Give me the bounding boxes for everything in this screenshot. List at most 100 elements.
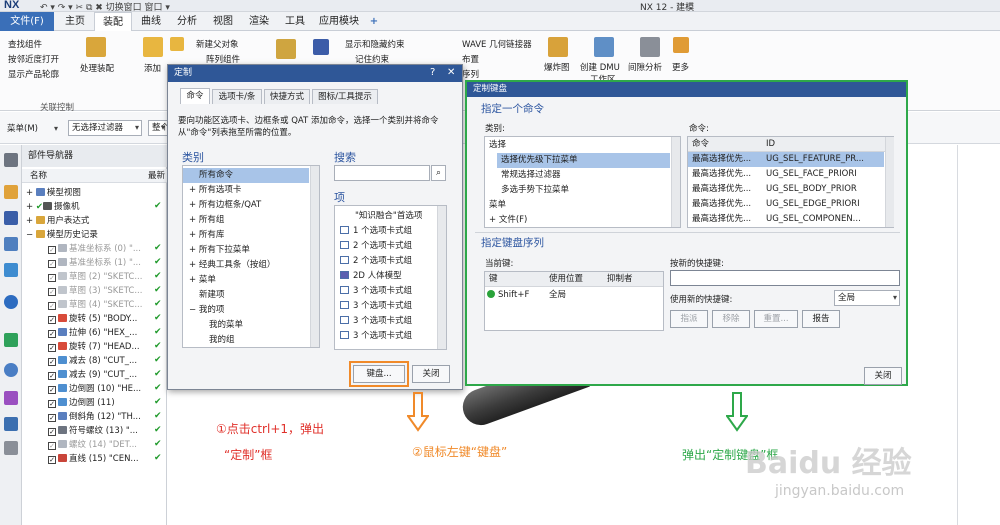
item-entry[interactable]: 3 个选项卡式组 [335,314,437,329]
column-command[interactable]: 命令 [692,137,762,151]
command-row-selected[interactable]: 最高选择优先... UG_SEL_FEATURE_PR... [688,152,884,167]
item-entry[interactable]: 2 个选项卡式组 [335,254,437,269]
tab-analysis[interactable]: 分析 [170,12,204,31]
category-item[interactable]: 常规选择过滤器 [485,168,670,183]
tab-assembly[interactable]: 装配 [94,12,132,31]
help-icon[interactable]: ? [430,67,435,78]
tree-item-feature[interactable]: ✓ 边倒圆 (10) "HE... [22,383,167,397]
remove-button[interactable]: 移除 [712,310,750,328]
tree-item-feature[interactable]: ✓ 旋转 (5) "BODY... [22,313,167,327]
roles-icon[interactable] [4,417,18,431]
command-scrollbar[interactable] [885,137,894,227]
new-parent-button[interactable]: 新建父对象 [196,38,239,50]
report-button[interactable]: 报告 [802,310,840,328]
tree-item-feature[interactable]: ✓ 减去 (8) "CUT_... [22,355,167,369]
column-name[interactable]: 名称 [30,169,47,183]
command-row[interactable]: 最高选择优先... UG_SEL_COMPONEN... [688,212,884,227]
web-browser-icon[interactable] [4,295,18,309]
tree-item-feature[interactable]: ✓ 减去 (9) "CUT_... [22,369,167,383]
show-hide-constraints-button[interactable]: 显示和隐藏约束 [345,38,405,50]
tree-item-feature[interactable]: ✓ 螺纹 (14) "DET... [22,439,167,453]
exploded-view-button[interactable]: 爆炸图 [544,61,570,73]
item-entry[interactable]: 1 个选项卡式组 [335,224,437,239]
tree-item-cameras[interactable]: + ✔ 摄像机 [22,201,167,215]
type-filter-select[interactable]: 无选择过滤器 [68,120,142,136]
scope-select[interactable]: 全局 [834,290,900,306]
reset-button[interactable]: 重置... [754,310,798,328]
tab-commands[interactable]: 命令 [180,88,210,104]
system-materials-icon[interactable] [4,333,18,347]
process-studio-icon[interactable] [4,391,18,405]
category-item-selected[interactable]: 选择优先级下拉菜单 [497,153,670,168]
tab-view[interactable]: 视图 [206,12,240,31]
item-entry[interactable]: 3 个选项卡式组 [335,284,437,299]
category-item[interactable]: 多选手势下拉菜单 [485,183,670,198]
item-entry[interactable]: 2D 人体模型 [335,269,437,284]
category-item[interactable]: + 菜单 [183,273,309,288]
tree-item-model-views[interactable]: + 模型视图 [22,187,167,201]
find-component-button[interactable]: 查找组件 [8,38,42,50]
category-item[interactable]: + 经典工具条（按组） [183,258,309,273]
tree-item-feature[interactable]: ✓ 草图 (4) "SKETC... [22,299,167,313]
tree-item-user-expressions[interactable]: + 用户表达式 [22,215,167,229]
item-entry[interactable]: 3 个选项卡式组 [335,299,437,314]
tree-item-feature[interactable]: ✓ 倒斜角 (12) "TH... [22,411,167,425]
assembly-load-button[interactable]: 处理装配 [80,62,114,74]
tree-item-feature[interactable]: ✓ 基准坐标系 (1) "... [22,257,167,271]
tab-tools[interactable]: 工具 [278,12,312,31]
category-scrollbar[interactable] [310,166,319,347]
constraint-navigator-icon[interactable] [4,211,18,225]
category-item[interactable]: 我的菜单 [183,318,309,333]
close-icon[interactable]: ✕ [447,67,455,78]
menu-dropdown[interactable]: 菜单(M) [4,122,60,138]
new-shortcut-input[interactable] [670,270,900,286]
assembly-navigator-icon[interactable] [4,185,18,199]
close-button[interactable]: 关闭 [412,365,450,383]
tree-item-feature[interactable]: ✓ 草图 (2) "SKETC... [22,271,167,285]
tree-item-feature[interactable]: ✓ 草图 (3) "SKETC... [22,285,167,299]
category-item[interactable]: + 所有下拉菜单 [183,243,309,258]
column-suppressed-by[interactable]: 抑制者 [607,272,661,286]
create-dmu-button[interactable]: 创建 DMU [580,61,620,73]
tab-ribbon-bars[interactable]: 选项卡/条 [212,89,262,104]
add-button[interactable]: 添加 [144,62,161,74]
history-icon[interactable] [4,363,18,377]
search-input[interactable] [334,165,430,181]
sequence-button[interactable]: 序列 [462,68,479,80]
item-entry[interactable]: "知识融合"首选项 [335,209,437,224]
tree-item-feature[interactable]: ✓ 基准坐标系 (0) "... [22,243,167,257]
category-item[interactable]: + 文件(F) [485,213,670,228]
tree-item-feature[interactable]: ✓ 拉伸 (6) "HEX_... [22,327,167,341]
layout-button[interactable]: 布置 [462,53,479,65]
part-navigator-icon[interactable] [4,237,18,251]
tab-render[interactable]: 渲染 [242,12,276,31]
command-row[interactable]: 最高选择优先... UG_SEL_EDGE_PRIORI [688,197,884,212]
tab-curve[interactable]: 曲线 [134,12,168,31]
clearance-analysis-button[interactable]: 间隙分析 [628,61,662,73]
more-button[interactable]: 更多 [672,61,689,73]
reuse-library-icon[interactable] [4,263,18,277]
tab-icons-tooltips[interactable]: 图标/工具提示 [312,89,378,104]
key-row[interactable]: Shift+F 全局 [485,288,663,303]
tree-item-feature[interactable]: ✓ 边倒圆 (11) [22,397,167,411]
item-entry[interactable]: 3 个选项卡式组 [335,329,437,344]
column-location[interactable]: 使用位置 [549,272,605,286]
tree-item-feature[interactable]: ✓ 旋转 (7) "HEAD... [22,341,167,355]
category-item[interactable]: 所有命令 [183,168,309,183]
tree-item-feature[interactable]: ✓ 符号螺纹 (13) "... [22,425,167,439]
items-scrollbar[interactable] [437,206,446,349]
tree-item-model-history[interactable]: − 模型历史记录 [22,229,167,243]
file-menu-button[interactable]: 文件(F) [0,12,54,31]
category-item[interactable]: − 我的项 [183,303,309,318]
tree-item-feature[interactable]: ✓ 直线 (15) "CEN... [22,453,167,467]
category-scrollbar[interactable] [671,137,680,227]
tab-applications[interactable]: 应用模块 [314,12,364,31]
command-row[interactable]: 最高选择优先... UG_SEL_FACE_PRIORI [688,167,884,182]
assign-button[interactable]: 指派 [670,310,708,328]
close-button[interactable]: 关闭 [864,367,902,385]
gear-icon[interactable] [4,153,18,167]
add-tab-icon[interactable]: + [366,12,382,31]
column-id[interactable]: ID [766,137,876,151]
item-entry[interactable]: 2 个选项卡式组 [335,239,437,254]
category-item[interactable]: + 所有边框条/QAT [183,198,309,213]
